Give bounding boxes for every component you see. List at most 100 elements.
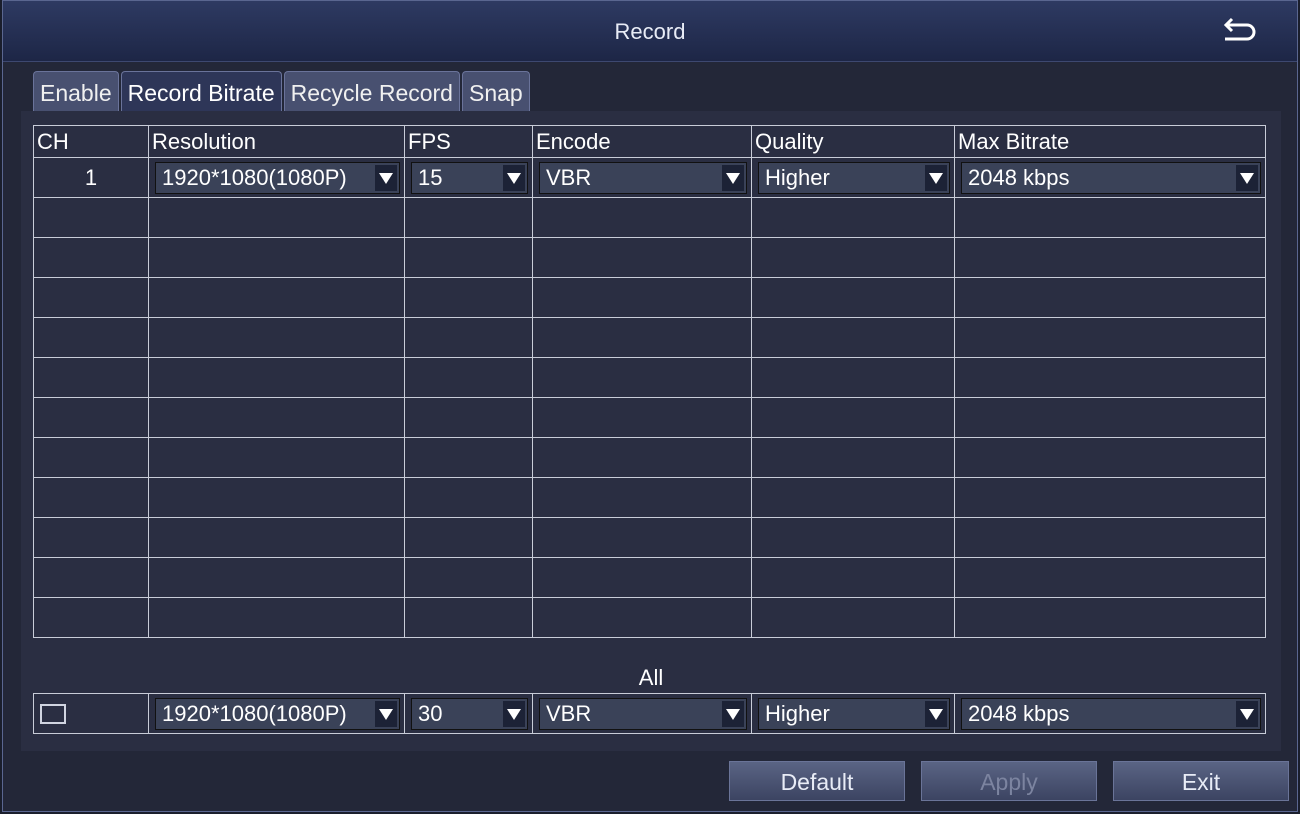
fps-select[interactable]: 15 <box>411 161 528 194</box>
empty-cell <box>532 437 752 478</box>
table-row <box>33 557 1266 598</box>
empty-cell <box>404 197 533 238</box>
empty-cell <box>148 597 405 638</box>
exit-button[interactable]: Exit <box>1113 761 1289 801</box>
table-row <box>33 517 1266 558</box>
empty-cell <box>33 477 149 518</box>
all-encode-select[interactable]: VBR <box>539 697 747 730</box>
empty-cell <box>751 597 955 638</box>
all-label: All <box>638 665 664 690</box>
tab-snap[interactable]: Snap <box>461 71 530 111</box>
empty-cell <box>532 197 752 238</box>
all-quality-select[interactable]: Higher <box>758 697 950 730</box>
dropdown-arrow-icon[interactable] <box>722 700 744 727</box>
empty-cell <box>751 197 955 238</box>
empty-cell <box>148 557 405 598</box>
empty-cell <box>404 557 533 598</box>
empty-cell <box>954 197 1266 238</box>
dropdown-arrow-icon[interactable] <box>1236 164 1258 191</box>
all-max-bitrate-select[interactable]: 2048 kbps <box>961 697 1261 730</box>
empty-cell <box>404 437 533 478</box>
resolution-select[interactable]: 1920*1080(1080P) <box>155 161 400 194</box>
empty-cell <box>954 317 1266 358</box>
empty-cell <box>404 397 533 438</box>
tab-bar: Enable Record Bitrate Recycle Record Sna… <box>33 71 532 111</box>
dropdown-arrow-icon[interactable] <box>925 700 947 727</box>
empty-cell <box>532 317 752 358</box>
empty-cell <box>148 197 405 238</box>
empty-cell <box>954 517 1266 558</box>
all-fps-select[interactable]: 30 <box>411 697 528 730</box>
empty-cell <box>148 277 405 318</box>
quality-value: Higher <box>765 164 830 190</box>
tab-enable[interactable]: Enable <box>33 71 119 111</box>
empty-cell <box>954 437 1266 478</box>
dropdown-arrow-icon[interactable] <box>1236 700 1258 727</box>
empty-cell <box>148 317 405 358</box>
encode-select[interactable]: VBR <box>539 161 747 194</box>
table-row <box>33 237 1266 278</box>
table-row <box>33 357 1266 398</box>
dropdown-arrow-icon[interactable] <box>375 700 397 727</box>
empty-cell <box>148 517 405 558</box>
empty-cell <box>751 557 955 598</box>
tab-recycle-record[interactable]: Recycle Record <box>283 71 460 111</box>
dropdown-arrow-icon[interactable] <box>503 700 525 727</box>
empty-cell <box>532 397 752 438</box>
empty-cell <box>954 397 1266 438</box>
empty-cell <box>751 237 955 278</box>
empty-cell <box>751 397 955 438</box>
empty-cell <box>954 237 1266 278</box>
title-bar: Record <box>3 1 1297 62</box>
dropdown-arrow-icon[interactable] <box>375 164 397 191</box>
empty-cell <box>33 397 149 438</box>
all-resolution-select[interactable]: 1920*1080(1080P) <box>155 697 400 730</box>
default-button[interactable]: Default <box>729 761 905 801</box>
dropdown-arrow-icon[interactable] <box>503 164 525 191</box>
table-row <box>33 197 1266 238</box>
empty-cell <box>751 357 955 398</box>
quality-select[interactable]: Higher <box>758 161 950 194</box>
all-channels-row: 1920*1080(1080P) 30 VBR Higher 2048 kbps <box>33 693 1266 734</box>
encode-value: VBR <box>546 164 592 190</box>
empty-cell <box>532 597 752 638</box>
empty-cell <box>751 517 955 558</box>
empty-cell <box>532 357 752 398</box>
empty-cell <box>532 237 752 278</box>
header-max-bitrate: Max Bitrate <box>954 125 1266 158</box>
empty-cell <box>33 357 149 398</box>
table-row <box>33 597 1266 638</box>
table-row <box>33 317 1266 358</box>
resolution-value: 1920*1080(1080P) <box>162 164 347 190</box>
bitrate-table: CH Resolution FPS Encode Quality Max Bit… <box>33 125 1266 638</box>
table-row <box>33 277 1266 318</box>
tab-record-bitrate[interactable]: Record Bitrate <box>120 71 282 111</box>
empty-cell <box>954 557 1266 598</box>
empty-cell <box>751 477 955 518</box>
empty-cell <box>33 597 149 638</box>
table-header-row: CH Resolution FPS Encode Quality Max Bit… <box>33 125 1266 158</box>
empty-cell <box>404 517 533 558</box>
record-window: Record Enable Record Bitrate Recycle Rec… <box>2 0 1298 812</box>
max-bitrate-select[interactable]: 2048 kbps <box>961 161 1261 194</box>
apply-button[interactable]: Apply <box>921 761 1097 801</box>
header-fps: FPS <box>404 125 533 158</box>
empty-cell <box>33 237 149 278</box>
empty-cell <box>148 477 405 518</box>
empty-cell <box>954 477 1266 518</box>
table-row <box>33 477 1266 518</box>
all-checkbox[interactable] <box>40 703 66 724</box>
back-icon[interactable] <box>1217 15 1257 47</box>
empty-cell <box>33 317 149 358</box>
empty-cell <box>532 517 752 558</box>
empty-cell <box>33 277 149 318</box>
table-row <box>33 437 1266 478</box>
empty-cell <box>751 437 955 478</box>
empty-cell <box>404 277 533 318</box>
quality-value: Higher <box>765 700 830 726</box>
empty-cell <box>148 357 405 398</box>
table-row: 1920*1080(1080P) 30 VBR Higher 2048 kbps <box>33 693 1266 734</box>
dropdown-arrow-icon[interactable] <box>925 164 947 191</box>
dropdown-arrow-icon[interactable] <box>722 164 744 191</box>
max-bitrate-value: 2048 kbps <box>968 700 1070 726</box>
